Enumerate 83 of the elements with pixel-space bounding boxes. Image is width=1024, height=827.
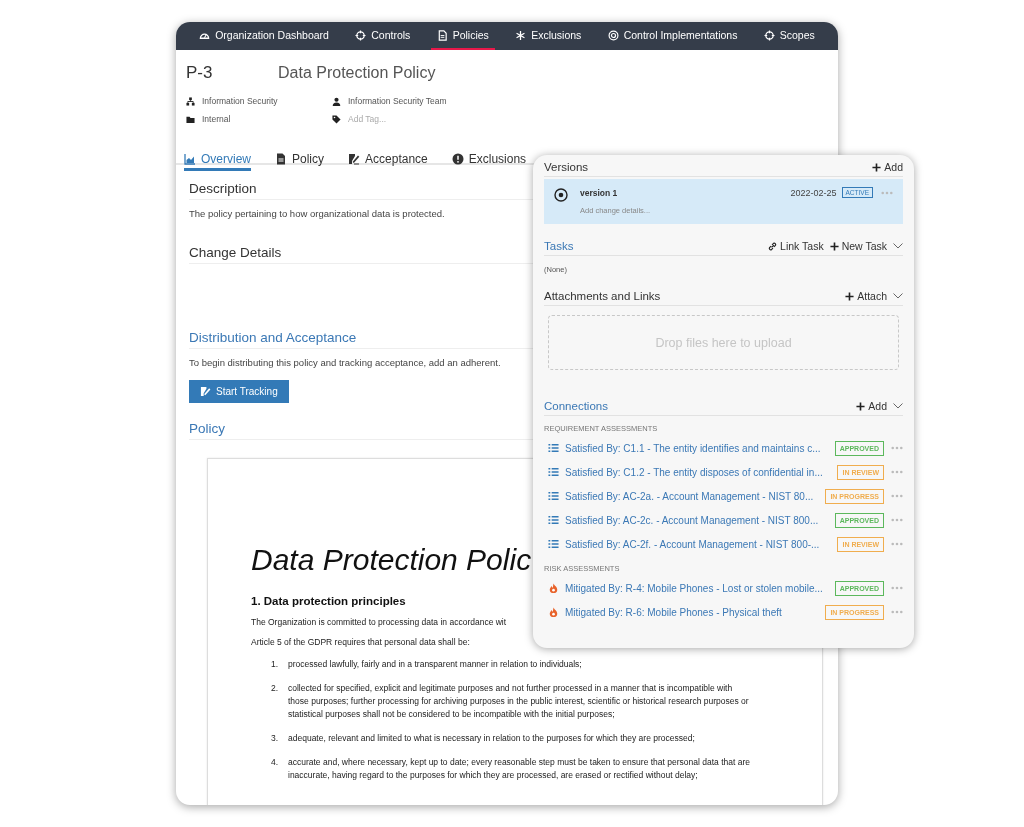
chevron-down-icon[interactable] (893, 403, 903, 409)
connection-link[interactable]: Satisfied By: AC-2f. - Account Management - NIST 800-... (565, 538, 834, 550)
list-item-text: adequate, relevant and limited to what is necessary in relation to the purposes for which they are processed; (288, 732, 696, 745)
signature-icon (200, 386, 211, 397)
plus-icon (845, 291, 855, 301)
flame-icon (548, 583, 559, 593)
chevron-down-icon[interactable] (893, 243, 903, 249)
more-icon[interactable] (891, 446, 903, 450)
org-chart-icon (186, 97, 195, 106)
add-version-button[interactable]: Add (872, 161, 903, 173)
nav-tab[interactable]: Controls (349, 22, 417, 50)
list-icon (548, 539, 559, 549)
list-icon (548, 443, 559, 453)
list-number: 4. (271, 756, 280, 769)
section-tab[interactable]: Exclusions (451, 151, 527, 171)
crosshair-icon (355, 29, 367, 41)
list-number: 2. (271, 682, 280, 695)
list-icon (548, 515, 559, 525)
crosshair-icon (763, 29, 775, 41)
panel-heading: Connections (544, 400, 608, 412)
more-icon[interactable] (891, 470, 903, 474)
nav-tab[interactable]: Policies (430, 22, 495, 50)
more-icon[interactable] (891, 518, 903, 522)
alert-icon (451, 153, 464, 165)
version-name: version 1 (580, 187, 619, 198)
list-item-text: collected for specified, explicit and legitimate purposes and not further processed in a manner that is incompatible with those purposes; further processing for archiving purposes in the public interest, scientific or historical research purposes or statistical purposes shall not be considered to be incompatible with the initial purposes; (288, 682, 750, 721)
start-tracking-button[interactable]: Start Tracking (189, 380, 289, 403)
connection-link[interactable]: Satisfied By: C1.1 - The entity identifies and maintains c... (565, 442, 831, 454)
more-icon[interactable] (891, 586, 903, 590)
area-chart-icon (184, 153, 196, 165)
user-icon (332, 97, 341, 106)
nav-tab[interactable]: Exclusions (509, 22, 588, 50)
document-icon (275, 153, 287, 165)
meta-text: Information Security Team (348, 96, 447, 107)
folder-icon (186, 115, 195, 124)
link-icon (768, 241, 778, 251)
plus-icon (856, 401, 866, 411)
list-icon (548, 467, 559, 477)
connection-link[interactable]: Mitigated By: R-6: Mobile Phones - Physical theft (565, 606, 822, 618)
document-heading: 1. Data protection principles (251, 595, 406, 607)
more-icon[interactable] (881, 190, 893, 195)
section-tab[interactable]: Policy (275, 151, 325, 171)
more-icon[interactable] (891, 542, 903, 546)
asterisk-icon (515, 29, 527, 41)
connection-link[interactable]: Satisfied By: AC-2c. - Account Management - NIST 800... (565, 514, 831, 526)
section-tab[interactable]: Overview (184, 151, 251, 171)
chevron-down-icon[interactable] (893, 293, 903, 299)
list-item-text: processed lawfully, fairly and in a transparent manner in relation to individuals; (288, 658, 583, 671)
new-task-button[interactable]: New Task (829, 240, 887, 252)
nav-tab[interactable]: Scopes (757, 22, 821, 50)
list-icon (548, 491, 559, 501)
panel-heading: Attachments and Links (544, 290, 661, 302)
list-number: 3. (271, 732, 280, 745)
panel-heading: Versions (544, 161, 589, 173)
list-item-text: accurate and, where necessary, kept up to date; every reasonable step must be taken to ensure that personal data that are inaccurate, having regard to the purposes for which they are processed, are erased or rectified without delay; (288, 756, 750, 782)
meta-text: Information Security (202, 96, 278, 107)
description-text: The policy pertaining to how organizational data is protected. (189, 208, 445, 219)
connection-link[interactable]: Mitigated By: R-4: Mobile Phones - Lost or stolen mobile... (565, 582, 831, 594)
signature-icon (348, 153, 361, 165)
document-icon (436, 29, 448, 41)
radio-icon (554, 188, 568, 202)
tag-icon (332, 115, 341, 124)
flame-icon (548, 607, 559, 617)
policy-id: P-3 (186, 63, 214, 83)
connection-link[interactable]: Satisfied By: C1.2 - The entity disposes of confidential in... (565, 466, 834, 478)
policy-title: Data Protection Policy (278, 64, 436, 82)
document-paragraph: Article 5 of the GDPR requires that personal data shall be: (251, 637, 470, 647)
add-connection-button[interactable]: Add (856, 400, 887, 412)
meta-text: Internal (202, 114, 231, 125)
plus-icon (829, 241, 839, 251)
list-number: 1. (271, 658, 280, 671)
more-icon[interactable] (891, 610, 903, 614)
nav-tab[interactable]: Organization Dashboard (193, 22, 335, 50)
plus-icon (872, 162, 882, 172)
document-paragraph: The Organization is committed to processing data in accordance wit (251, 617, 507, 627)
connection-link[interactable]: Satisfied By: AC-2a. - Account Management - NIST 80... (565, 490, 822, 502)
attach-button[interactable]: Attach (845, 290, 887, 302)
document-title: Data Protection Polic (251, 543, 532, 577)
more-icon[interactable] (891, 494, 903, 498)
section-tab[interactable]: Acceptance (348, 151, 428, 171)
nav-tab[interactable]: Control Implementations (601, 22, 744, 50)
target-icon (607, 29, 619, 41)
distribution-text: To begin distributing this policy and tracking acceptance, add an adherent. (189, 357, 501, 368)
